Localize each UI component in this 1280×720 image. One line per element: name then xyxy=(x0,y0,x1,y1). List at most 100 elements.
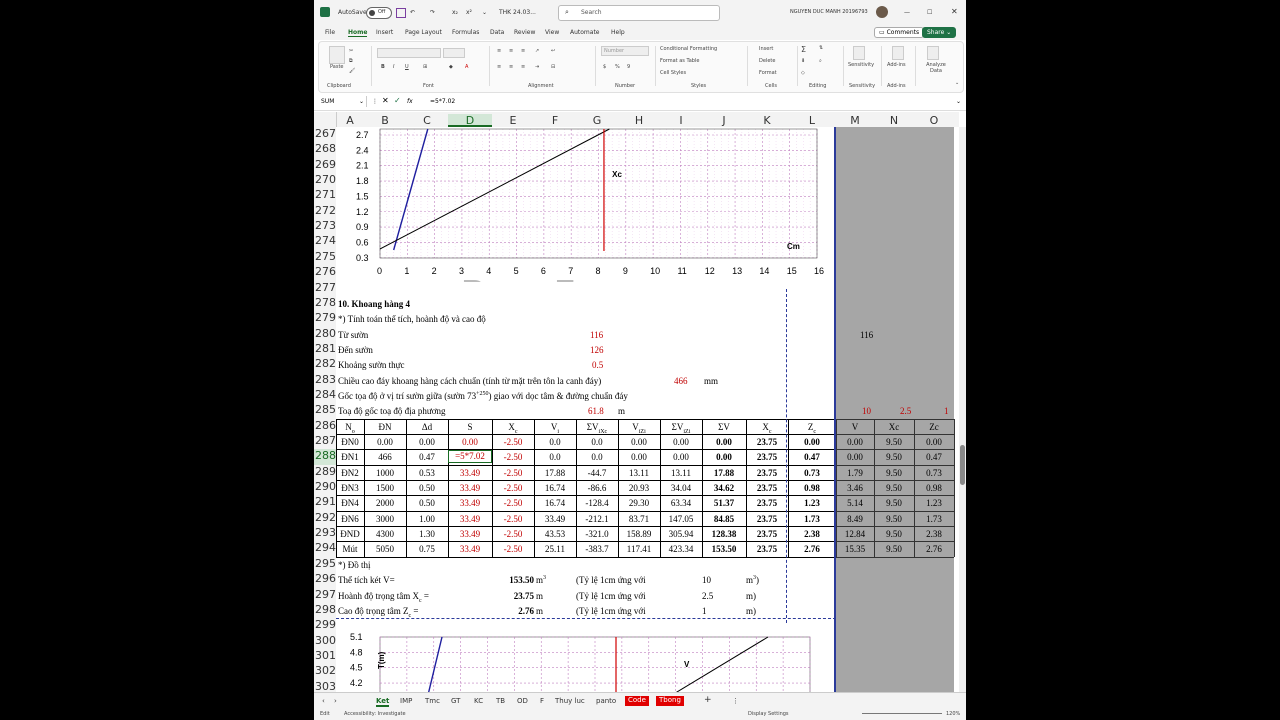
column-header-n[interactable]: N xyxy=(874,114,914,127)
find-select-icon[interactable]: ⌕ xyxy=(819,58,822,64)
summary-value-1[interactable]: 23.75 xyxy=(496,591,534,601)
table-cell-r1-c8[interactable]: 0.00 xyxy=(660,452,702,462)
summary-scale-value-1[interactable]: 2.5 xyxy=(702,591,713,601)
table-cell-r1-c5[interactable]: 0.0 xyxy=(534,452,576,462)
table-cell-r3-c9[interactable]: 34.62 xyxy=(702,483,746,493)
row-header-285[interactable]: 285 xyxy=(314,403,337,418)
table-cell-r6-c0[interactable]: ĐND xyxy=(336,529,364,539)
label-chieu-cao[interactable]: Chiều cao đáy khoang hàng cách chuẩn (tí… xyxy=(338,376,601,386)
minimize-icon[interactable]: — xyxy=(904,9,910,16)
format-painter-icon[interactable]: 🖌 xyxy=(349,68,355,74)
summary-value-2[interactable]: 2.76 xyxy=(496,606,534,616)
label-toa-do-goc[interactable]: Toạ độ gốc toạ độ địa phương xyxy=(338,406,446,416)
indent-icon[interactable]: ⇥ xyxy=(535,64,539,70)
ribbon-collapse-icon[interactable]: ⌄ xyxy=(955,80,959,86)
row-header-267[interactable]: 267 xyxy=(314,127,337,142)
align-right-icon[interactable]: ≡ xyxy=(521,64,525,70)
table-cell-r1-c0[interactable]: ĐN1 xyxy=(336,452,364,462)
column-header-k[interactable]: K xyxy=(746,114,788,127)
right-cell-r2-c1[interactable]: 9.50 xyxy=(874,468,914,478)
expand-formula-icon[interactable]: ⌄ xyxy=(956,98,961,105)
borders-icon[interactable]: ⊞ xyxy=(423,64,427,70)
right-cell-r4-c0[interactable]: 5.14 xyxy=(836,498,874,508)
table-cell-r0-c0[interactable]: ĐN0 xyxy=(336,437,364,447)
row-header-299[interactable]: 299 xyxy=(314,618,337,633)
name-box[interactable]: SUM ⌄ xyxy=(316,96,367,107)
table-cell-r5-c6[interactable]: -212.1 xyxy=(576,514,618,524)
row-header-277[interactable]: 277 xyxy=(314,281,337,296)
row-header-283[interactable]: 283 xyxy=(314,373,337,388)
summary-label-1[interactable]: Hoành độ trọng tâm Xc = xyxy=(338,591,429,604)
menu-view[interactable]: View xyxy=(545,29,559,36)
table-cell-r7-c8[interactable]: 423.34 xyxy=(660,544,702,554)
row-header-279[interactable]: 279 xyxy=(314,311,337,326)
column-header-h[interactable]: H xyxy=(618,114,660,127)
table-cell-r1-c2[interactable]: 0.47 xyxy=(406,452,448,462)
display-settings-button[interactable]: Display Settings xyxy=(748,711,789,717)
table-cell-r2-c3[interactable]: 33.49 xyxy=(448,468,492,478)
table-cell-r4-c10[interactable]: 23.75 xyxy=(746,498,788,508)
table-cell-r3-c11[interactable]: 0.98 xyxy=(788,483,836,493)
table-header-2[interactable]: Δd xyxy=(406,422,448,432)
avatar[interactable] xyxy=(876,6,888,18)
menu-insert[interactable]: Insert xyxy=(376,29,393,36)
menu-data[interactable]: Data xyxy=(490,29,504,36)
analyze-data-icon[interactable] xyxy=(927,46,939,60)
table-cell-r1-c3[interactable]: =5*7.02 xyxy=(448,450,492,464)
row-header-270[interactable]: 270 xyxy=(314,173,337,188)
table-cell-r2-c7[interactable]: 13.11 xyxy=(618,468,660,478)
table-cell-r3-c2[interactable]: 0.50 xyxy=(406,483,448,493)
column-header-f[interactable]: F xyxy=(534,114,576,127)
table-cell-r6-c10[interactable]: 23.75 xyxy=(746,529,788,539)
align-top-icon[interactable]: ≡ xyxy=(497,48,501,54)
table-cell-r5-c7[interactable]: 83.71 xyxy=(618,514,660,524)
row-header-298[interactable]: 298 xyxy=(314,603,337,618)
table-cell-r3-c0[interactable]: ĐN3 xyxy=(336,483,364,493)
row-header-286[interactable]: 286 xyxy=(314,419,337,434)
chart-bottom[interactable]: 5.1 4.8 4.5 4.2 T(m) V xyxy=(336,625,816,692)
sheet-tab-panto[interactable]: panto xyxy=(596,697,616,705)
sensitivity-icon[interactable] xyxy=(853,46,865,60)
table-cell-r7-c3[interactable]: 33.49 xyxy=(448,544,492,554)
table-cell-r6-c2[interactable]: 1.30 xyxy=(406,529,448,539)
table-cell-r5-c2[interactable]: 1.00 xyxy=(406,514,448,524)
summary-scale-value-0[interactable]: 10 xyxy=(702,575,711,585)
table-cell-r3-c5[interactable]: 16.74 xyxy=(534,483,576,493)
row-header-289[interactable]: 289 xyxy=(314,465,337,480)
table-cell-r4-c11[interactable]: 1.23 xyxy=(788,498,836,508)
right-cell-r1-c2[interactable]: 0.47 xyxy=(914,452,954,462)
row-header-280[interactable]: 280 xyxy=(314,327,337,342)
table-cell-r7-c2[interactable]: 0.75 xyxy=(406,544,448,554)
right-cell-r7-c1[interactable]: 9.50 xyxy=(874,544,914,554)
table-cell-r4-c3[interactable]: 33.49 xyxy=(448,498,492,508)
table-cell-r5-c5[interactable]: 33.49 xyxy=(534,514,576,524)
table-header-7[interactable]: ViZi xyxy=(618,422,660,435)
table-cell-r2-c9[interactable]: 17.88 xyxy=(702,468,746,478)
row-header-302[interactable]: 302 xyxy=(314,664,337,679)
accessibility-status[interactable]: Accessibility: Investigate xyxy=(344,711,406,717)
summary-scale-unit-0[interactable]: m3) xyxy=(746,575,759,585)
maximize-icon[interactable]: ☐ xyxy=(927,9,932,16)
value-toa-do-goc[interactable]: 61.8 xyxy=(588,406,604,416)
table-cell-r7-c7[interactable]: 117.41 xyxy=(618,544,660,554)
table-cell-r1-c6[interactable]: 0.0 xyxy=(576,452,618,462)
table-cell-r6-c8[interactable]: 305.94 xyxy=(660,529,702,539)
summary-label-0[interactable]: Thể tích két V= xyxy=(338,575,395,585)
right-cell-r0-c2[interactable]: 0.00 xyxy=(914,437,954,447)
table-cell-r4-c7[interactable]: 29.30 xyxy=(618,498,660,508)
column-header-o[interactable]: O xyxy=(914,114,954,127)
sheet-tab-od[interactable]: OD xyxy=(517,697,528,705)
right-cell-r7-c0[interactable]: 15.35 xyxy=(836,544,874,554)
menu-help[interactable]: Help xyxy=(611,29,625,36)
table-cell-r0-c5[interactable]: 0.0 xyxy=(534,437,576,447)
table-cell-r3-c1[interactable]: 1500 xyxy=(364,483,406,493)
section-subtitle[interactable]: *) Tính toán thể tích, hoành độ và cao đ… xyxy=(338,314,486,324)
table-cell-r2-c8[interactable]: 13.11 xyxy=(660,468,702,478)
label-do-thi[interactable]: *) Đồ thị xyxy=(338,560,371,570)
orientation-icon[interactable]: ↗ xyxy=(535,48,539,54)
sheet-tab-imp[interactable]: IMP xyxy=(400,697,412,705)
conditional-formatting-button[interactable]: Conditional Formatting xyxy=(660,46,717,52)
value-tu-suon-m[interactable]: 116 xyxy=(860,330,873,340)
value-chieu-cao[interactable]: 466 xyxy=(674,376,688,386)
menu-home[interactable]: Home xyxy=(348,29,368,37)
